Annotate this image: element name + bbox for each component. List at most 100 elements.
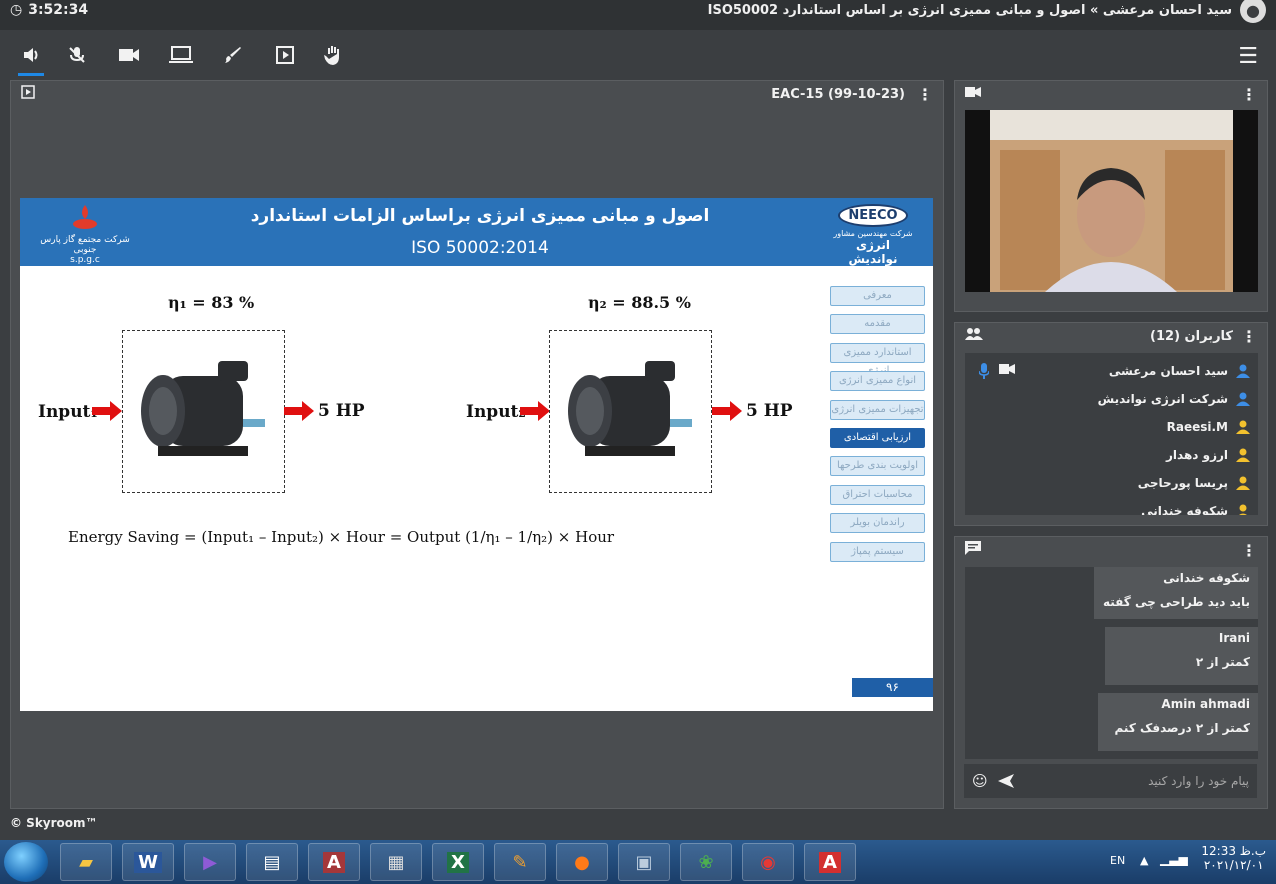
users-group-icon [965,328,983,344]
slide-nav-item[interactable]: راندمان بویلر [830,513,925,533]
file-explorer-icon[interactable]: ▰ [60,843,112,881]
input-2-label: Input₂ [466,402,526,422]
webcam-feed [965,110,1258,292]
user-row[interactable]: سید احسان مرعشی [1109,357,1250,385]
arrow-right-icon [712,401,742,421]
camera-icon[interactable] [116,42,142,68]
screen-recorder-icon[interactable]: ◉ [742,843,794,881]
excel-icon[interactable]: X [432,843,484,881]
slide-nav-item[interactable]: محاسبات احتراق [830,485,925,505]
arrow-right-icon [92,401,122,421]
user-row[interactable]: Raeesi.M [1167,413,1250,441]
word-icon[interactable]: W [122,843,174,881]
user-media-status [979,363,1015,379]
slide-page-number: ۹۶ [852,678,933,697]
chat-input-bar[interactable]: ☺ پیام خود را وارد کنید [964,764,1257,798]
motor-1-box [122,330,285,493]
slide-nav-item[interactable]: انواع ممیزی انرژی [830,371,925,391]
user-icon [1236,420,1250,434]
network-display-icon[interactable]: ▣ [618,843,670,881]
media-play-icon[interactable] [272,42,298,68]
user-icon [1236,364,1250,378]
webcam-image [990,110,1233,292]
presentation-more-icon[interactable]: ⋮ [917,85,933,104]
color-circles-icon[interactable]: ❀ [680,843,732,881]
electric-motor-icon [568,361,692,456]
slide-nav-item[interactable]: استاندارد ممیزی انرژی [830,343,925,376]
hamburger-menu-icon[interactable]: ☰ [1238,44,1258,69]
chat-more-icon[interactable]: ⋮ [1241,541,1257,560]
emoji-icon[interactable]: ☺ [972,772,988,790]
video-more-icon[interactable]: ⋮ [1241,85,1257,104]
fax-printer-icon[interactable]: ▦ [370,843,422,881]
windows-start-icon[interactable] [4,842,48,882]
network-signal-icon[interactable]: ▁▃▅ [1160,852,1188,866]
toolbar: ☰ [0,30,1276,78]
user-name: ارزو دهدار [1166,448,1228,462]
chat-message-author: Irani [1218,631,1250,645]
access-icon[interactable]: A [308,843,360,881]
chat-message: Irani کمتر از ۲ [1105,627,1258,685]
user-name: شکوفه خندانی [1141,504,1228,515]
chat-message-author: شکوفه خندانی [1163,571,1250,585]
efficiency-2-label: η₂ = 88.5 % [588,293,691,312]
output-2-label: 5 HP [746,401,793,421]
spgc-flame-icon [73,205,97,229]
neeco-logo-line2: انرژی نواندیش [848,238,898,266]
taskbar-time: 12:33 ب.ظ [1201,844,1266,858]
presentation-header: EAC-15 (99-10-23) ⋮ [11,81,943,107]
keyboard-language[interactable]: EN [1110,854,1125,867]
energy-saving-formula: Energy Saving = (Input₁ – Input₂) × Hour… [68,528,615,546]
speaker-icon[interactable] [18,42,44,76]
brush-icon[interactable] [220,42,246,68]
slide-nav-item[interactable]: سیستم پمپاژ [830,542,925,562]
presentation-file-label: EAC-15 (99-10-23) [771,86,905,102]
user-icon [1236,476,1250,490]
send-icon[interactable] [997,774,1014,788]
slide-nav-item[interactable]: معرفی [830,286,925,306]
neeco-logo: NEECO شرکت مهندسین مشاور انرژی نواندیش [833,204,913,266]
session-title: ● سید احسان مرعشی » اصول و مبانی ممیزی ا… [708,0,1266,23]
user-row[interactable]: شرکت انرژی نواندیش [1098,385,1250,413]
mic-muted-icon[interactable] [64,42,90,68]
taskbar-clock[interactable]: 12:33 ب.ظ ۲۰۲۱/۱۲/۰۱ [1201,844,1266,872]
user-row[interactable]: ارزو دهدار [1166,441,1250,469]
clock-icon: ◷ [10,2,23,18]
user-icon [1236,448,1250,462]
video-panel-header: ⋮ [955,81,1267,107]
user-avatar-icon[interactable]: ● [1240,0,1266,23]
chat-message-text: باید دید طراحی چی گفته [1102,595,1250,609]
electric-motor-icon [141,361,265,456]
tray-arrow-icon[interactable]: ▲ [1140,854,1148,867]
paint-icon[interactable]: ✎ [494,843,546,881]
input-1-label: Input₁ [38,402,98,422]
slide-title: اصول و مبانی ممیزی انرژی براساس الزامات … [250,206,710,226]
user-name: پریسا پورحاجی [1137,476,1228,490]
slide-canvas: شرکت مجتمع گاز پارس جنوبی s.p.g.c اصول و… [20,198,933,711]
presentation-panel-icon[interactable] [21,85,35,103]
slide-nav-item[interactable]: تجهیزات ممیزی انرژی [830,400,925,420]
user-row[interactable]: پریسا پورحاجی [1138,469,1250,497]
slide-nav-item-active[interactable]: ارزیابی اقتصادی [830,428,925,448]
chat-message: شکوفه خندانی باید دید طراحی چی گفته [1094,567,1258,619]
raise-hand-icon[interactable] [320,42,346,68]
slide-header: شرکت مجتمع گاز پارس جنوبی s.p.g.c اصول و… [20,198,933,266]
pdf-reader-icon[interactable]: A [804,843,856,881]
chat-message-text: کمتر از ۲ [1195,655,1250,669]
user-icon [1239,504,1247,515]
users-more-icon[interactable]: ⋮ [1241,327,1257,346]
mic-icon [979,363,989,379]
screen-share-icon[interactable] [168,42,194,68]
neeco-logo-name: NEECO [838,204,908,227]
arrow-right-icon [520,401,550,421]
spgc-logo-text: شرکت مجتمع گاز پارس جنوبی [40,235,130,255]
slide-nav-item[interactable]: اولویت بندی طرحها [830,456,925,476]
visual-studio-icon[interactable]: ▶ [184,843,236,881]
firefox-icon[interactable]: ● [556,843,608,881]
user-row[interactable]: شکوفه خندانی [1141,497,1250,515]
slide-nav-item[interactable]: مقدمه [830,314,925,334]
chat-input-placeholder[interactable]: پیام خود را وارد کنید [1148,774,1249,788]
user-name: سید احسان مرعشی [1108,364,1228,378]
notepad-icon[interactable]: ▤ [246,843,298,881]
chat-message: Amin ahmadi کمتر از ۲ درصدفک کنم [1098,693,1258,751]
